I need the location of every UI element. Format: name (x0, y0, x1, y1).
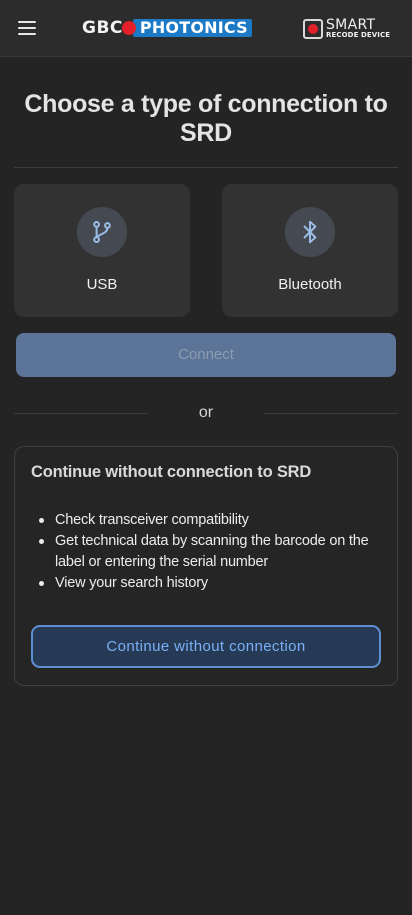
divider-left (14, 413, 148, 414)
logo-photonics-text: PHOTONICS (132, 19, 252, 37)
page-title: Choose a type of connection to SRD (24, 90, 388, 147)
offline-panel-title: Continue without connection to SRD (31, 463, 312, 481)
gbc-photonics-logo: GBC PHOTONICS (82, 18, 252, 38)
feature-list: Check transceiver compatibility Get tech… (39, 510, 391, 594)
usb-connection-card[interactable]: USB (14, 184, 190, 317)
srd-logo-main: SMART (326, 16, 376, 33)
usb-fork-icon (77, 207, 127, 257)
logo-gbc-text: GBC (82, 18, 123, 38)
divider (14, 167, 398, 168)
or-separator: or (198, 404, 214, 421)
smart-recode-device-logo: SMART RECODE DEVICE (303, 18, 390, 40)
bluetooth-connection-card[interactable]: Bluetooth (222, 184, 398, 317)
list-item: View your search history (39, 573, 391, 594)
continue-without-connection-button[interactable]: Continue without connection (31, 625, 381, 668)
logo-red-dot (121, 21, 136, 35)
offline-mode-panel: Continue without connection to SRD Check… (14, 446, 398, 686)
list-item: Check transceiver compatibility (39, 510, 391, 531)
srd-logo-mark (303, 19, 323, 39)
top-app-bar: GBC PHOTONICS SMART RECODE DEVICE (0, 0, 412, 57)
hamburger-menu-icon[interactable] (16, 18, 40, 38)
bluetooth-icon (285, 207, 335, 257)
list-item: Get technical data by scanning the barco… (39, 531, 391, 573)
divider-right (264, 413, 398, 414)
connect-button[interactable]: Connect (16, 333, 396, 377)
srd-logo-sub: RECODE DEVICE (326, 30, 391, 39)
usb-card-label: USB (86, 276, 118, 293)
bluetooth-card-label: Bluetooth (278, 276, 342, 293)
